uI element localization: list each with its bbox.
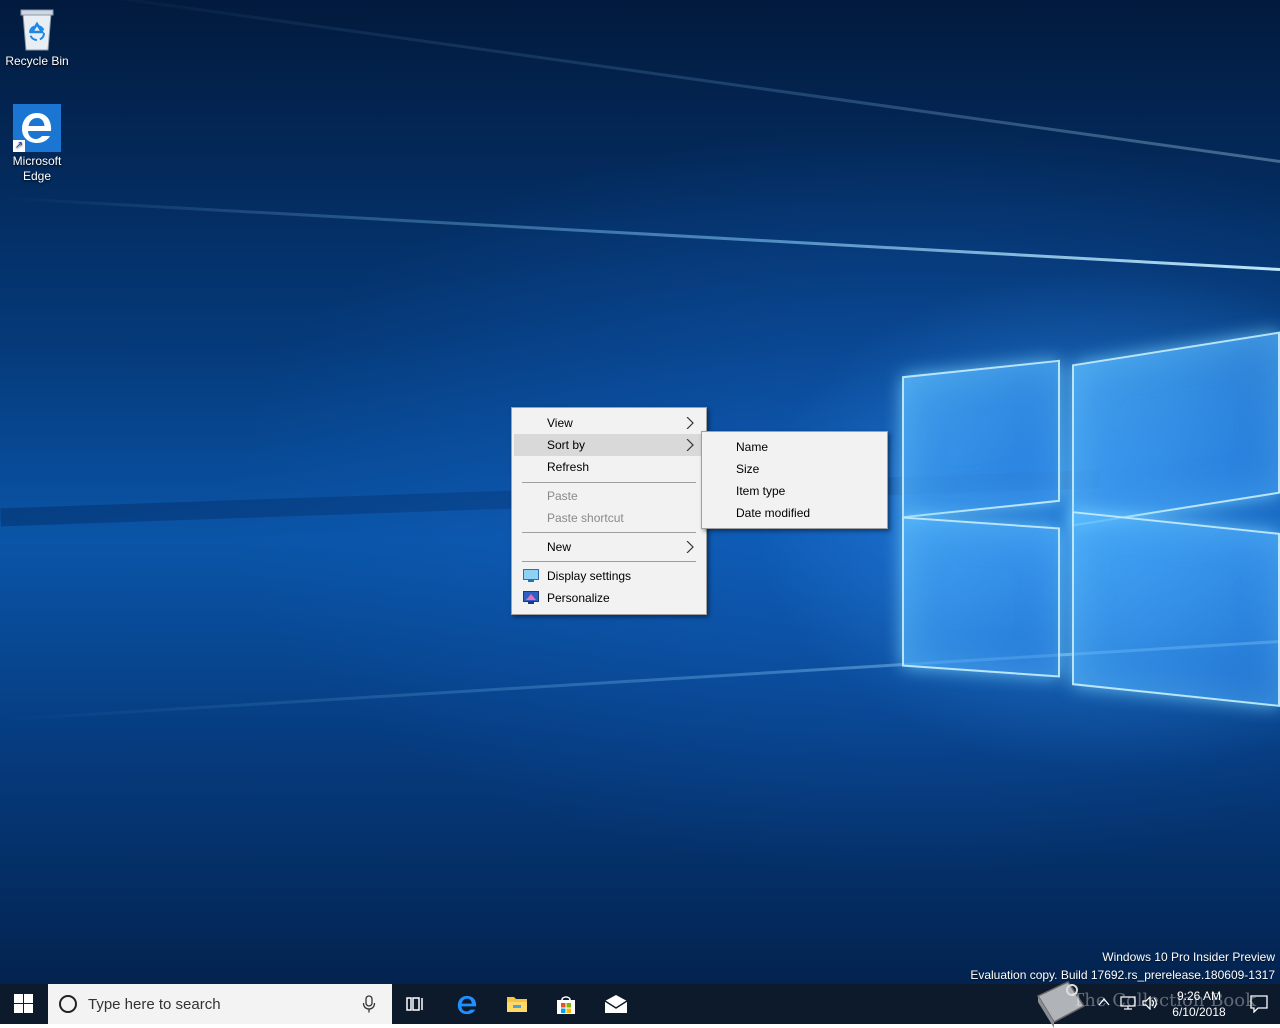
clock-date: 6/10/2018: [1172, 1005, 1226, 1019]
menu-separator: [522, 561, 696, 562]
menu-item-personalize[interactable]: Personalize: [514, 587, 704, 609]
microphone-icon[interactable]: [362, 995, 376, 1013]
windows-logo-pane: [902, 516, 1060, 678]
windows-logo-pane: [1072, 331, 1280, 527]
light-beam: [12, 0, 1280, 163]
menu-item-sort-by[interactable]: Sort by: [514, 434, 704, 456]
cortana-icon: [59, 995, 77, 1013]
submenu-item-date-modified[interactable]: Date modified: [704, 502, 885, 524]
system-tray: The Collection Book 9:26 AM 6/10/2018: [1036, 981, 1280, 1028]
file-explorer-icon: [507, 997, 527, 1012]
recycle-bin-icon: [17, 6, 57, 52]
clock-time: 9:26 AM: [1176, 989, 1222, 1003]
desktop-icon-label: Microsoft Edge: [12, 154, 62, 183]
taskbar-file-explorer-button[interactable]: [496, 984, 536, 1024]
submenu-item-size[interactable]: Size: [704, 458, 885, 480]
chevron-right-icon: [686, 417, 694, 429]
menu-separator: [522, 532, 696, 533]
network-icon[interactable]: [1120, 996, 1136, 1010]
menu-item-label: Name: [736, 440, 769, 454]
menu-item-label: Item type: [736, 484, 786, 498]
menu-item-paste[interactable]: Paste: [514, 485, 704, 507]
start-button[interactable]: [0, 984, 48, 1024]
menu-item-new[interactable]: New: [514, 536, 704, 558]
taskbar: Type here to search The Collection Book …: [0, 981, 1280, 1028]
windows-logo-pane: [902, 359, 1060, 519]
menu-item-paste-shortcut[interactable]: Paste shortcut: [514, 507, 704, 529]
windows-logo-icon: [14, 994, 33, 1013]
search-placeholder: Type here to search: [88, 996, 221, 1013]
taskbar-clock[interactable]: 9:26 AM 6/10/2018: [1164, 988, 1234, 1020]
menu-item-label: Paste: [547, 489, 578, 503]
menu-item-label: Paste shortcut: [547, 511, 624, 525]
desktop[interactable]: Recycle Bin ↗ Microsoft Edge Windows 10 …: [0, 0, 1280, 984]
menu-item-refresh[interactable]: Refresh: [514, 456, 704, 478]
menu-item-label: Sort by: [547, 438, 586, 452]
submenu-item-name[interactable]: Name: [704, 436, 885, 458]
task-view-icon: [406, 997, 423, 1011]
store-icon: [557, 996, 575, 1014]
menu-item-label: Personalize: [547, 591, 610, 605]
sort-by-submenu: Name Size Item type Date modified: [701, 431, 888, 529]
menu-item-display-settings[interactable]: Display settings: [514, 565, 704, 587]
desktop-context-menu: View Sort by Refresh Paste Paste shortcu…: [511, 407, 707, 615]
task-view-button[interactable]: [396, 984, 436, 1024]
personalize-icon: [523, 591, 539, 604]
taskbar-mail-button[interactable]: [594, 984, 634, 1024]
windows-logo-pane: [1072, 511, 1280, 707]
build-watermark-line1: Windows 10 Pro Insider Preview: [1102, 950, 1275, 964]
edge-icon: [457, 995, 477, 1015]
menu-item-view[interactable]: View: [514, 412, 704, 434]
menu-item-label: Size: [736, 462, 760, 476]
desktop-icon-label: Recycle Bin: [5, 54, 69, 68]
display-settings-icon: [523, 569, 539, 582]
chevron-right-icon: [686, 439, 694, 451]
build-watermark-line2: Evaluation copy. Build 17692.rs_prerelea…: [970, 968, 1275, 982]
shortcut-arrow-icon: ↗: [13, 140, 25, 152]
menu-item-label: Refresh: [547, 460, 590, 474]
desktop-icon-recycle-bin[interactable]: Recycle Bin: [0, 6, 74, 69]
edge-icon: ↗: [13, 104, 61, 152]
chevron-right-icon: [686, 541, 694, 553]
desktop-icon-microsoft-edge[interactable]: ↗ Microsoft Edge: [0, 104, 74, 184]
volume-icon[interactable]: [1142, 996, 1158, 1010]
menu-item-label: New: [547, 540, 572, 554]
taskbar-search-box[interactable]: Type here to search: [48, 984, 392, 1024]
light-beam: [1, 196, 1280, 271]
submenu-item-item-type[interactable]: Item type: [704, 480, 885, 502]
chevron-up-icon[interactable]: [1098, 996, 1110, 1008]
menu-item-label: Date modified: [736, 506, 811, 520]
menu-item-label: Display settings: [547, 569, 632, 583]
taskbar-edge-button[interactable]: [446, 984, 486, 1024]
action-center-icon[interactable]: [1250, 995, 1268, 1013]
mail-icon: [604, 995, 628, 1013]
menu-separator: [522, 482, 696, 483]
menu-item-label: View: [547, 416, 573, 430]
taskbar-store-button[interactable]: [545, 984, 585, 1024]
